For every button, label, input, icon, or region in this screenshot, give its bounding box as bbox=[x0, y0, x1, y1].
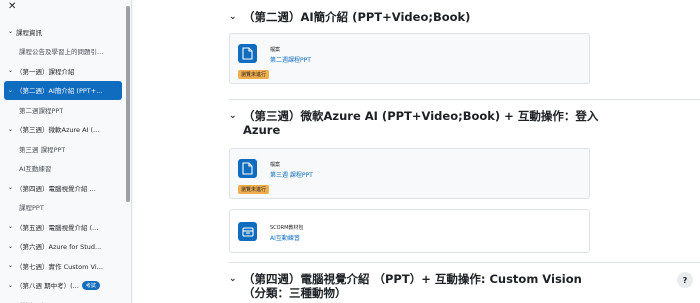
sidebar-section-item[interactable]: ⌄ （第六週）Azure for Stud... bbox=[0, 237, 124, 257]
section-title: （第三週）微軟Azure AI (PPT+Video;Book) + 互動操作：… bbox=[243, 109, 599, 137]
chevron-down-icon[interactable]: ⌄ bbox=[8, 184, 16, 191]
sidebar-activity-item[interactable]: 第二週課程PPT bbox=[0, 100, 124, 120]
course-page: ✕ ⌄ 課程資訊 課程公告及學習上的問題引... ⌄ （第一週）課程介紹 ⌄ （第二週）AI… bbox=[0, 0, 700, 303]
chevron-down-icon[interactable]: ⌄ bbox=[229, 272, 243, 300]
sidebar-section-item[interactable]: ⌄ （第四週）電腦視覺介紹 ... bbox=[0, 178, 124, 198]
activity-link[interactable]: AI互動練習 bbox=[270, 233, 300, 242]
chevron-down-icon[interactable]: ⌄ bbox=[229, 10, 243, 24]
sidebar-item-label: （第五週）電腦視覺介紹 (... bbox=[16, 223, 99, 232]
sidebar-section-item[interactable]: ⌄ （第七週）實作 Custom Vi... bbox=[0, 256, 124, 276]
sidebar-item-label: （第六週）Azure for Stud... bbox=[16, 243, 102, 252]
section-divider bbox=[229, 99, 700, 100]
sidebar-section-item[interactable]: ⌄ （第二週）AI簡介紹 (PPT+... bbox=[4, 80, 122, 100]
chevron-down-icon[interactable]: ⌄ bbox=[8, 223, 16, 230]
sidebar-activity-item[interactable]: 第三週 課程PPT bbox=[0, 139, 124, 159]
sidebar-section-item[interactable]: ⌄ （第三週）微軟Azure AI (... bbox=[0, 120, 124, 140]
chevron-down-icon[interactable]: ⌄ bbox=[229, 109, 243, 137]
sidebar-section-item[interactable]: ⌄ （第一週）課程介紹 bbox=[0, 61, 124, 81]
sidebar-section-item[interactable]: ⌄（第九週）Power Platfor... bbox=[0, 295, 124, 303]
chevron-down-icon[interactable]: ⌄ bbox=[8, 87, 16, 94]
course-index-list: ⌄ 課程資訊 課程公告及學習上的問題引... ⌄ （第一週）課程介紹 ⌄ （第二週）AI簡介… bbox=[0, 22, 124, 303]
activity-type: 檔案 bbox=[270, 162, 281, 168]
sidebar-activity-item[interactable]: AI互動練習 bbox=[0, 159, 124, 179]
activity-type: SCORM教材包 bbox=[270, 225, 304, 231]
section-week3-header[interactable]: ⌄ （第三週）微軟Azure AI (PPT+Video;Book) + 互動操… bbox=[229, 109, 700, 137]
sidebar-item-label: 課程資訊 bbox=[16, 28, 42, 37]
chevron-down-icon[interactable]: ⌄ bbox=[8, 126, 16, 133]
sidebar-section-item[interactable]: ⌄ 課程資訊 bbox=[0, 22, 124, 42]
activity-link[interactable]: 第二週課程PPT bbox=[270, 55, 311, 64]
sidebar-item-label: 課程公告及學習上的問題引... bbox=[19, 48, 104, 57]
sidebar-item-label: （第八週 期中考）(... bbox=[16, 282, 79, 291]
chevron-down-icon[interactable]: ⌄ bbox=[8, 282, 16, 289]
help-button[interactable]: ? bbox=[677, 272, 693, 288]
activity-file-week2[interactable]: 檔案 第二週課程PPT 瀏覽未進行 bbox=[229, 33, 590, 84]
activity-file-week3[interactable]: 檔案 第三週 課程PPT 瀏覽未進行 bbox=[229, 148, 590, 199]
sidebar-item-label: （第三週）微軟Azure AI (... bbox=[16, 126, 100, 135]
sidebar-item-label: （第二週）AI簡介紹 (PPT+... bbox=[16, 87, 103, 96]
chevron-down-icon[interactable]: ⌄ bbox=[8, 67, 16, 74]
completion-badge: 瀏覽未進行 bbox=[238, 70, 270, 79]
sidebar-item-label: （第七週）實作 Custom Vi... bbox=[16, 262, 103, 271]
sidebar-scrollbar[interactable] bbox=[126, 6, 130, 202]
sidebar-item-label: （第一週）課程介紹 bbox=[16, 67, 75, 76]
sidebar-item-label: 課程PPT bbox=[19, 204, 44, 213]
chevron-down-icon[interactable]: ⌄ bbox=[8, 262, 16, 269]
sidebar-section-item[interactable]: ⌄ （第五週）電腦視覺介紹 (... bbox=[0, 217, 124, 237]
sidebar-item-label: AI互動練習 bbox=[19, 165, 52, 174]
activity-type: 檔案 bbox=[270, 47, 281, 53]
sidebar-item-label: 第二週課程PPT bbox=[19, 106, 64, 115]
activity-scorm[interactable]: SCORM教材包 AI互動練習 bbox=[229, 209, 590, 253]
close-icon[interactable]: ✕ bbox=[8, 2, 18, 12]
sidebar-section-item[interactable]: ⌄ （第八週 期中考）(... 考試 bbox=[0, 276, 124, 296]
section-divider bbox=[229, 262, 700, 263]
chevron-down-icon[interactable]: ⌄ bbox=[8, 243, 16, 250]
file-icon bbox=[238, 44, 257, 63]
sidebar-activity-item[interactable]: 課程PPT bbox=[0, 198, 124, 218]
completion-badge: 瀏覽未進行 bbox=[238, 185, 270, 194]
section-week2-header[interactable]: ⌄ （第二週）AI簡介紹 (PPT+Video;Book) bbox=[229, 10, 700, 24]
sidebar-item-label: 第三週 課程PPT bbox=[19, 145, 66, 154]
section-title: （第二週）AI簡介紹 (PPT+Video;Book) bbox=[243, 10, 471, 24]
section-week4-header[interactable]: ⌄ （第四週）電腦視覺介紹 （PPT）+ 互動操作: Custom Vision… bbox=[229, 272, 700, 300]
sidebar-activity-item[interactable]: 課程公告及學習上的問題引... bbox=[0, 42, 124, 62]
sidebar-badge: 考試 bbox=[81, 280, 100, 290]
sidebar-item-label: （第四週）電腦視覺介紹 ... bbox=[16, 184, 96, 193]
course-index-sidebar: ✕ ⌄ 課程資訊 課程公告及學習上的問題引... ⌄ （第一週）課程介紹 ⌄ （第二週）AI… bbox=[0, 0, 132, 303]
section-title: （第四週）電腦視覺介紹 （PPT）+ 互動操作: Custom Vision （… bbox=[243, 272, 582, 300]
chevron-down-icon[interactable]: ⌄ bbox=[8, 28, 16, 35]
file-icon bbox=[238, 159, 257, 178]
activity-link[interactable]: 第三週 課程PPT bbox=[270, 170, 313, 179]
scorm-icon bbox=[238, 222, 257, 241]
